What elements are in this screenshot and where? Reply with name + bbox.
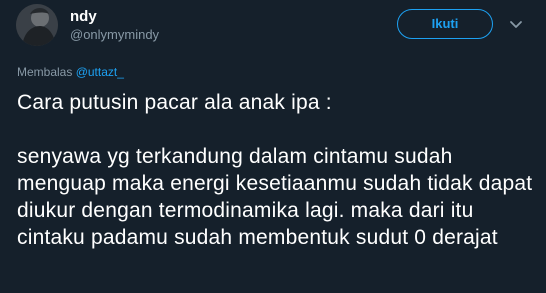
display-name[interactable]: ndy	[70, 8, 97, 26]
profile-photo-icon	[16, 4, 58, 46]
tweet-menu-button[interactable]	[507, 15, 525, 33]
user-handle[interactable]: @onlymymindy	[70, 27, 159, 43]
reply-mention-link[interactable]: @uttazt_	[76, 65, 124, 79]
chevron-down-icon	[510, 21, 522, 28]
follow-button[interactable]: Ikuti	[397, 9, 493, 39]
reply-context: Membalas @uttazt_	[17, 64, 124, 80]
tweet-card: ndy @onlymymindy Ikuti Membalas @uttazt_…	[0, 0, 546, 293]
avatar[interactable]	[16, 4, 58, 46]
tweet-text: Cara putusin pacar ala anak ipa : senyaw…	[17, 91, 533, 249]
reply-prefix: Membalas	[17, 65, 73, 79]
